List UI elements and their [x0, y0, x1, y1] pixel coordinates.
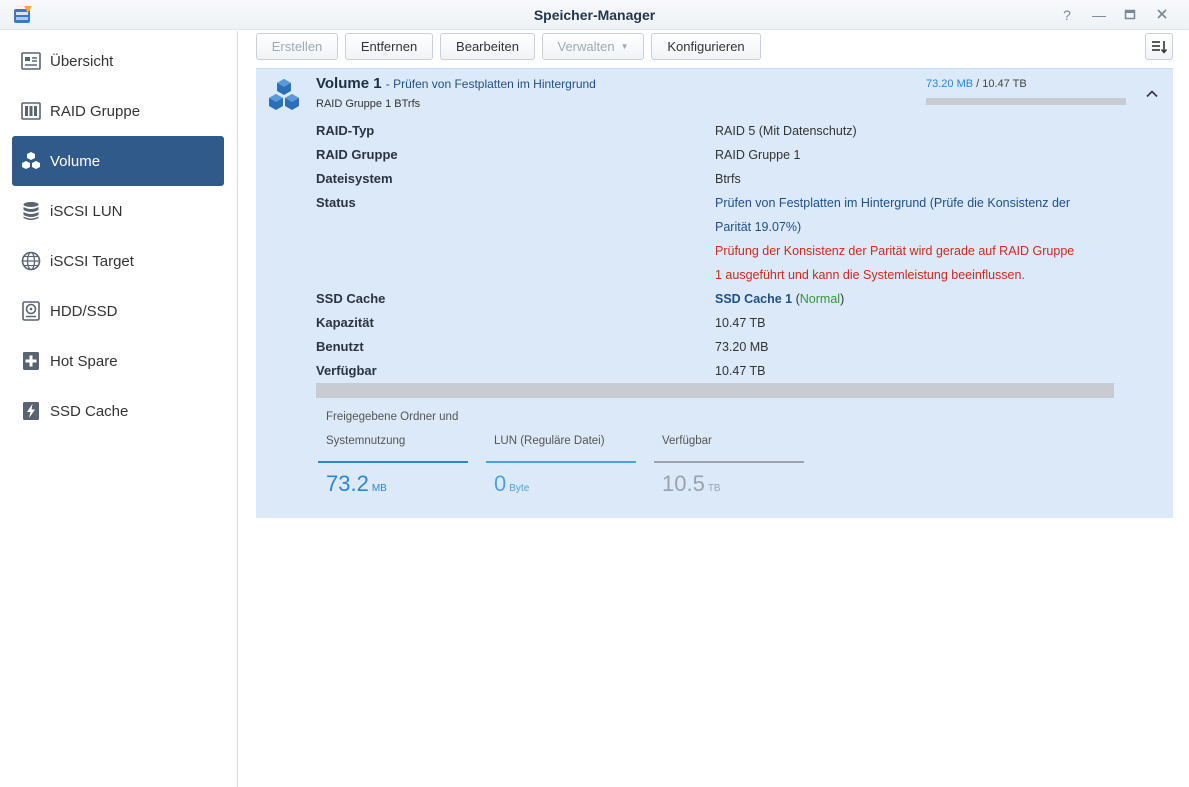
volume-usage-bar: [926, 98, 1126, 105]
window-title: Speicher-Manager: [533, 7, 656, 23]
sidebar-item-label: iSCSI LUN: [50, 202, 123, 220]
plus-box-icon: [20, 350, 42, 372]
sidebar-item-hdd-ssd[interactable]: HDD/SSD: [12, 286, 224, 336]
sidebar-item-volume[interactable]: Volume: [12, 136, 224, 186]
sidebar-item-label: SSD Cache: [50, 402, 129, 420]
main-content: Erstellen Entfernen Bearbeiten Verwalten…: [240, 31, 1189, 787]
warning-line-1: Prüfung der Konsistenz der Parität wird …: [715, 244, 1075, 258]
capacity-label: Kapazität: [316, 315, 374, 330]
volume-name: Volume 1: [316, 75, 382, 92]
configure-button[interactable]: Konfigurieren: [651, 33, 761, 60]
legend-shared-value: 73.2 MB: [326, 471, 387, 497]
legend-lun-unit: Byte: [509, 483, 530, 494]
minimize-button[interactable]: —: [1090, 6, 1108, 24]
manage-button-label: Verwalten: [557, 39, 615, 54]
collapse-button[interactable]: [1144, 86, 1160, 102]
lightning-icon: [20, 400, 42, 422]
used-label: Benutzt: [316, 339, 364, 354]
ssd-cache-value: SSD Cache 1 (Normal): [715, 287, 844, 311]
chevron-up-icon: [1146, 90, 1158, 98]
maximize-button[interactable]: [1121, 6, 1139, 24]
create-button[interactable]: Erstellen: [256, 33, 338, 60]
status-line-2: Parität 19.07%): [715, 220, 802, 234]
legend-shared-title-1: Freigegebene Ordner und: [326, 411, 459, 423]
available-value: 10.47 TB: [715, 364, 766, 378]
help-button[interactable]: ?: [1058, 6, 1076, 24]
hdd-icon: [20, 300, 42, 322]
remove-button[interactable]: Entfernen: [345, 33, 433, 60]
close-button[interactable]: [1153, 6, 1171, 24]
legend-shared-number: 73.2: [326, 471, 369, 496]
caret-down-icon: ▼: [620, 42, 629, 51]
sidebar-item-label: HDD/SSD: [50, 302, 118, 320]
sidebar-item-label: iSCSI Target: [50, 252, 134, 270]
sidebar-item-ssd-cache[interactable]: SSD Cache: [12, 386, 224, 436]
sidebar: Übersicht RAID Gruppe Volume iSCSI LUN i…: [0, 31, 238, 787]
used-value: 73.20 MB: [715, 340, 769, 354]
filesystem-label: Dateisystem: [316, 171, 393, 186]
volume-panel: Volume 1 - Prüfen von Festplatten im Hin…: [256, 68, 1173, 518]
raid-group-value: RAID Gruppe 1: [715, 148, 801, 162]
cubes-icon: [20, 150, 42, 172]
volume-cubes-icon: [266, 77, 302, 113]
legend-available-title: Verfügbar: [662, 435, 712, 447]
warning-line-2: 1 ausgeführt und kann die Systemleistung…: [715, 268, 1025, 282]
legend-shared-title-2: Systemnutzung: [326, 435, 406, 447]
sidebar-item-label: RAID Gruppe: [50, 102, 141, 120]
title-bar: Speicher-Manager ? —: [0, 0, 1189, 30]
manage-dropdown-button[interactable]: Verwalten ▼: [542, 33, 644, 60]
capacity-bar: [316, 383, 1114, 398]
legend-shared-line: [318, 461, 468, 463]
sidebar-item-raid-group[interactable]: RAID Gruppe: [12, 86, 224, 136]
legend-available-number: 10.5: [662, 471, 705, 496]
legend-available-value: 10.5 TB: [662, 471, 721, 497]
ssd-cache-link[interactable]: SSD Cache 1: [715, 292, 792, 306]
ssd-cache-state: Normal: [799, 292, 841, 306]
sidebar-item-label: Übersicht: [50, 52, 114, 70]
volume-subtitle: RAID Gruppe 1 BTrfs: [316, 98, 421, 110]
sidebar-item-iscsi-target[interactable]: iSCSI Target: [12, 236, 224, 286]
legend-lun-title: LUN (Reguläre Datei): [494, 435, 605, 447]
sidebar-item-overview[interactable]: Übersicht: [12, 36, 224, 86]
close-icon: [1157, 9, 1167, 19]
sidebar-item-label: Hot Spare: [50, 352, 118, 370]
legend-lun-line: [486, 461, 636, 463]
sidebar-item-hot-spare[interactable]: Hot Spare: [12, 336, 224, 386]
ssd-cache-paren-close: ): [840, 292, 845, 306]
sort-button[interactable]: [1145, 33, 1173, 60]
volume-used-amount: 73.20 MB: [926, 78, 974, 90]
raid-type-value: RAID 5 (Mit Datenschutz): [715, 124, 857, 138]
raid-group-label: RAID Gruppe: [316, 147, 398, 162]
maximize-icon: [1124, 9, 1136, 20]
raid-type-label: RAID-Typ: [316, 123, 375, 138]
status-label: Status: [316, 195, 356, 210]
sidebar-item-label: Volume: [50, 152, 101, 170]
globe-icon: [20, 250, 42, 272]
available-label: Verfügbar: [316, 363, 377, 378]
sidebar-item-iscsi-lun[interactable]: iSCSI LUN: [12, 186, 224, 236]
legend-lun-number: 0: [494, 471, 507, 496]
ssd-cache-label: SSD Cache: [316, 291, 386, 306]
edit-button[interactable]: Bearbeiten: [440, 33, 535, 60]
overview-icon: [20, 50, 42, 72]
volume-total-amount: / 10.47 TB: [976, 78, 1027, 90]
filesystem-value: Btrfs: [715, 172, 741, 186]
volume-status-summary: - Prüfen von Festplatten im Hintergrund: [385, 77, 596, 91]
volume-title: Volume 1 - Prüfen von Festplatten im Hin…: [316, 75, 596, 92]
legend-lun-value: 0 Byte: [494, 471, 529, 497]
legend-available-line: [654, 461, 804, 463]
legend-available-unit: TB: [707, 483, 721, 494]
raid-icon: [20, 100, 42, 122]
legend-shared-unit: MB: [371, 483, 387, 494]
volume-usage-text: 73.20 MB / 10.47 TB: [926, 78, 1027, 90]
database-icon: [20, 200, 42, 222]
sort-icon: [1152, 40, 1167, 54]
status-line-1: Prüfen von Festplatten im Hintergrund (P…: [715, 196, 1071, 210]
capacity-value: 10.47 TB: [715, 316, 766, 330]
